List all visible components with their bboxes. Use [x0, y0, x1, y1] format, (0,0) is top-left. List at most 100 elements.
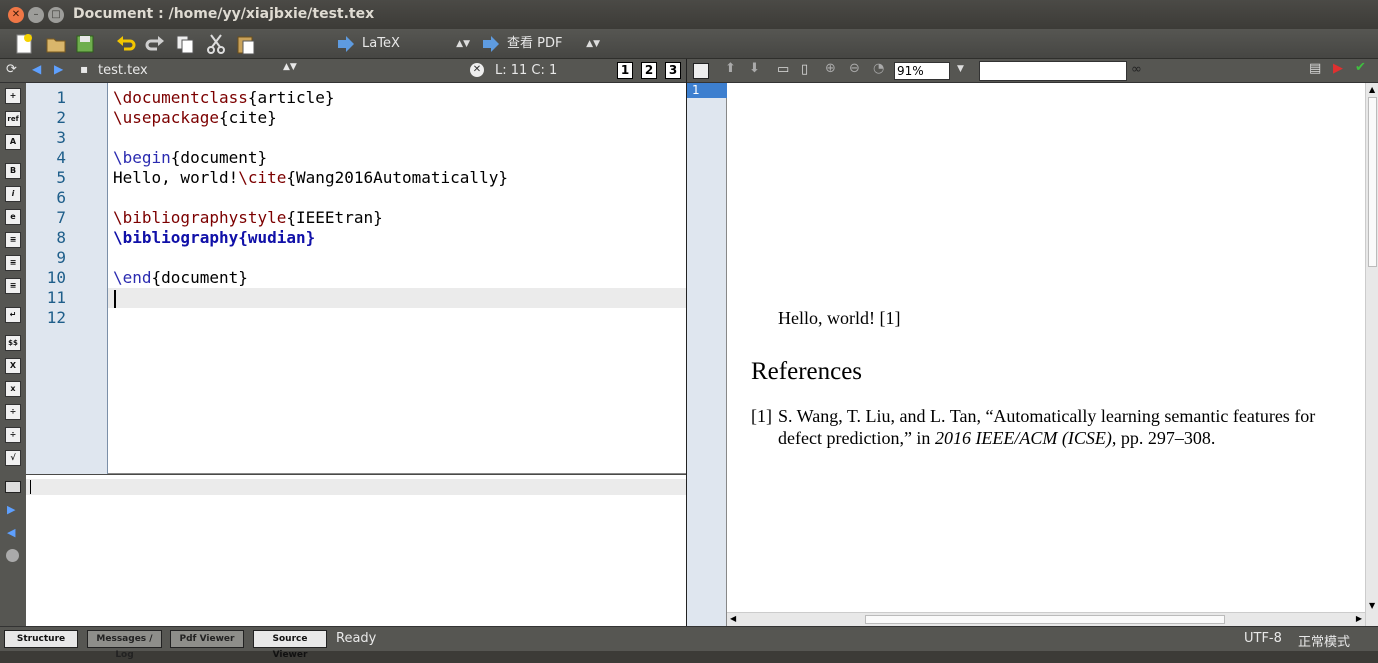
- cut-icon[interactable]: [205, 33, 227, 55]
- file-select-arrows-icon[interactable]: ▲▼: [283, 62, 297, 72]
- align-left-button[interactable]: ≡: [5, 232, 21, 248]
- view-arrow-icon[interactable]: [480, 33, 502, 55]
- font-size-button[interactable]: A: [5, 134, 21, 150]
- compile-arrow-icon[interactable]: [335, 33, 357, 55]
- latex-command: \begin: [113, 148, 171, 167]
- emph-button[interactable]: e: [5, 209, 21, 225]
- console-icon[interactable]: [5, 481, 21, 493]
- minimize-window-button[interactable]: –: [28, 7, 44, 23]
- latex-argument: {cite}: [218, 108, 277, 127]
- compile-mode-value: LaTeX: [362, 36, 400, 51]
- line-number: 8: [56, 228, 66, 247]
- maximize-window-button[interactable]: □: [48, 7, 64, 23]
- vertical-scrollbar[interactable]: ▲ ▼: [1365, 83, 1378, 626]
- next-error-icon[interactable]: ▶: [7, 503, 15, 516]
- new-file-icon[interactable]: [13, 33, 35, 55]
- page-number-badge[interactable]: 1: [687, 83, 727, 98]
- messages-log-tab[interactable]: Messages / Log: [87, 630, 162, 660]
- insert-structure-button[interactable]: +: [5, 88, 21, 104]
- new-line-button[interactable]: ↵: [5, 307, 21, 323]
- ref-button[interactable]: ref: [5, 111, 21, 127]
- pdf-viewer-tab[interactable]: Pdf Viewer: [170, 630, 244, 648]
- edit-mode-label[interactable]: 正常模式: [1298, 631, 1350, 650]
- next-page-icon[interactable]: ⬇: [749, 61, 760, 76]
- latex-argument: {document}: [151, 268, 248, 287]
- refresh-icon[interactable]: ⟳: [6, 62, 17, 77]
- fraction-button[interactable]: ÷: [5, 404, 21, 420]
- zoom-in-icon[interactable]: ⊕: [825, 61, 836, 76]
- source-viewer-tab[interactable]: Source Viewer: [253, 630, 327, 660]
- zoom-level-field[interactable]: 91%: [894, 62, 950, 80]
- scroll-down-icon[interactable]: ▼: [1369, 601, 1375, 610]
- latex-command: \bibliographystyle: [113, 208, 287, 227]
- align-right-button[interactable]: ≡: [5, 278, 21, 294]
- code-line: \usepackage{cite}: [113, 108, 277, 127]
- magnifier-icon[interactable]: ◔: [873, 61, 884, 76]
- line-number: 4: [56, 148, 66, 167]
- zoom-out-icon[interactable]: ⊖: [849, 61, 860, 76]
- redo-icon[interactable]: [144, 33, 166, 55]
- message-cursor: [30, 480, 31, 494]
- pdf-reference-label: [1]: [751, 406, 772, 426]
- line-number: 11: [46, 288, 66, 307]
- page-thumbnail-list: 1: [687, 83, 727, 626]
- math-mode-button[interactable]: $$: [5, 335, 21, 351]
- stop-icon[interactable]: [6, 549, 19, 562]
- previous-page-icon[interactable]: ⬆: [725, 61, 736, 76]
- paste-icon[interactable]: [235, 33, 257, 55]
- view-2-button[interactable]: 2: [641, 62, 657, 79]
- structure-list-icon[interactable]: [693, 63, 709, 79]
- scroll-left-icon[interactable]: ◀: [730, 614, 736, 623]
- copy-icon[interactable]: [174, 33, 196, 55]
- sqrt-button[interactable]: √: [5, 450, 21, 466]
- compile-mode-select[interactable]: LaTeX ▲▼: [362, 33, 472, 55]
- spell-check-icon[interactable]: ✔: [1355, 60, 1366, 75]
- view-1-button[interactable]: 1: [617, 62, 633, 79]
- fit-page-icon[interactable]: ▯: [801, 62, 808, 77]
- code-line: \bibliographystyle{IEEEtran}: [113, 208, 383, 227]
- latex-side-toolbar: + ref A B i e ≡ ≡ ≡ ↵ $$ X x ÷ ÷ √ ▶ ◀: [0, 83, 26, 626]
- application-window: ✕ – □ Document : /home/yy/xiajbxie/test.…: [0, 0, 1378, 660]
- view-3-button[interactable]: 3: [665, 62, 681, 79]
- message-line: [26, 479, 686, 495]
- back-arrow-icon[interactable]: ◀: [32, 62, 41, 76]
- latex-argument: {Wang2016Automatically}: [286, 168, 508, 187]
- forward-arrow-icon[interactable]: ▶: [54, 62, 63, 76]
- close-tab-icon[interactable]: ✕: [470, 63, 484, 77]
- italic-button[interactable]: i: [5, 186, 21, 202]
- save-icon[interactable]: [74, 33, 96, 55]
- vertical-scroll-thumb[interactable]: [1368, 97, 1377, 267]
- fit-width-icon[interactable]: ▭: [777, 62, 789, 77]
- file-tab-name[interactable]: test.tex: [98, 63, 148, 78]
- zoom-dropdown-icon[interactable]: ▼: [957, 64, 964, 74]
- encoding-label[interactable]: UTF-8: [1244, 631, 1282, 646]
- bold-button[interactable]: B: [5, 163, 21, 179]
- structure-tab[interactable]: Structure: [4, 630, 78, 648]
- latex-command: \end: [113, 268, 152, 287]
- pdf-body-text: Hello, world! [1]: [778, 308, 901, 328]
- scroll-up-icon[interactable]: ▲: [1369, 85, 1375, 94]
- horizontal-scrollbar[interactable]: ◀ ▶: [727, 612, 1365, 626]
- messages-panel[interactable]: [26, 475, 686, 626]
- align-center-button[interactable]: ≡: [5, 255, 21, 271]
- view-mode-select[interactable]: 查看 PDF ▲▼: [507, 33, 602, 55]
- scroll-right-icon[interactable]: ▶: [1356, 614, 1362, 623]
- window-title: Document : /home/yy/xiajbxie/test.tex: [73, 6, 375, 22]
- print-icon[interactable]: ▤: [1309, 61, 1321, 76]
- close-window-button[interactable]: ✕: [8, 7, 24, 23]
- main-toolbar: LaTeX ▲▼ 查看 PDF ▲▼: [0, 29, 1378, 59]
- subscript-button[interactable]: X: [5, 358, 21, 374]
- dfrac-button[interactable]: ÷: [5, 427, 21, 443]
- external-viewer-icon[interactable]: ▶: [1333, 61, 1343, 76]
- pdf-reference-text: defect prediction,” in: [778, 428, 935, 448]
- undo-icon[interactable]: [115, 33, 137, 55]
- pdf-page-view[interactable]: Hello, world! [1] References [1] S. Wang…: [727, 83, 1378, 626]
- open-folder-icon[interactable]: [45, 33, 67, 55]
- superscript-button[interactable]: x: [5, 381, 21, 397]
- previous-error-icon[interactable]: ◀: [7, 526, 15, 539]
- horizontal-scroll-thumb[interactable]: [865, 615, 1225, 624]
- code-editor[interactable]: 1 2 3 4 5 6 7 8 9 10 11 12 \documentclas…: [26, 83, 686, 474]
- pdf-search-input[interactable]: [979, 61, 1127, 81]
- find-binoculars-icon[interactable]: ∞: [1131, 62, 1142, 77]
- latex-command: \documentclass: [113, 88, 248, 107]
